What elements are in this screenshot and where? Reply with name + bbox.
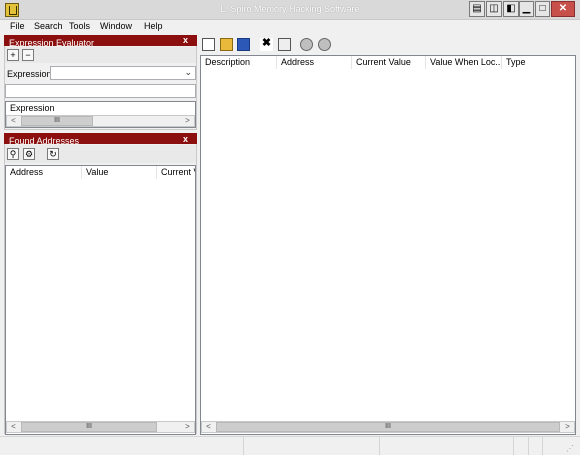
- gear-icon[interactable]: [300, 38, 313, 51]
- save-disk-icon[interactable]: [237, 38, 250, 51]
- scroll-thumb[interactable]: III: [21, 116, 93, 126]
- scroll-right-icon[interactable]: >: [181, 422, 194, 432]
- status-divider: [243, 436, 244, 455]
- menu-window[interactable]: Window: [99, 21, 133, 31]
- menu-file[interactable]: File: [9, 21, 26, 31]
- expression-label: Expression:: [7, 69, 55, 79]
- delete-icon[interactable]: ✖: [260, 38, 273, 51]
- column-type[interactable]: Type: [502, 56, 575, 69]
- refresh-icon[interactable]: ↻: [47, 148, 59, 160]
- search-options-icon[interactable]: ⚙: [23, 148, 35, 160]
- expression-evaluator-close-icon[interactable]: x: [183, 36, 188, 45]
- open-folder-icon[interactable]: [220, 38, 233, 51]
- ribbon-icon-1[interactable]: ▤: [469, 1, 485, 17]
- found-addresses-hscrollbar[interactable]: < III >: [6, 421, 195, 433]
- ribbon-icon-2[interactable]: ◫: [486, 1, 502, 17]
- scroll-right-icon[interactable]: >: [181, 116, 194, 126]
- column-current-value[interactable]: Current V: [157, 166, 195, 179]
- column-value-when-locked[interactable]: Value When Loc...: [426, 56, 502, 69]
- remove-expression-button[interactable]: −: [22, 49, 34, 61]
- status-bar: [0, 436, 580, 455]
- column-address[interactable]: Address: [277, 56, 352, 69]
- maximize-button[interactable]: □: [535, 1, 550, 17]
- found-addresses-title: Found Addresses: [4, 133, 197, 144]
- ribbon-icon-3[interactable]: ◧: [503, 1, 519, 17]
- scroll-left-icon[interactable]: <: [7, 116, 20, 126]
- expression-evaluator-title: Expression Evaluator: [4, 35, 197, 46]
- search-icon[interactable]: ⚲: [7, 148, 19, 160]
- expression-combo[interactable]: ⌄: [50, 66, 196, 80]
- menu-search[interactable]: Search: [33, 21, 64, 31]
- column-description[interactable]: Description: [201, 56, 277, 69]
- expression-result-field[interactable]: [5, 84, 196, 98]
- add-expression-button[interactable]: +: [7, 49, 19, 61]
- close-button[interactable]: ✕: [551, 1, 575, 17]
- status-divider: [513, 436, 514, 455]
- column-value[interactable]: Value: [82, 166, 157, 179]
- scroll-left-icon[interactable]: <: [202, 422, 215, 432]
- scroll-thumb[interactable]: III: [216, 422, 560, 432]
- main-list-hscrollbar[interactable]: < III >: [201, 421, 575, 433]
- minimize-button[interactable]: ▁: [519, 1, 534, 17]
- chevron-down-icon[interactable]: ⌄: [184, 67, 192, 78]
- gear-arrow-icon[interactable]: [318, 38, 331, 51]
- status-divider: [542, 436, 543, 455]
- new-document-icon[interactable]: [202, 38, 215, 51]
- found-addresses-list[interactable]: Address Value Current V < III >: [5, 165, 196, 435]
- expression-hscrollbar[interactable]: < III >: [6, 115, 195, 127]
- menu-help[interactable]: Help: [143, 21, 164, 31]
- main-address-list[interactable]: Description Address Current Value Value …: [200, 55, 576, 435]
- scroll-left-icon[interactable]: <: [7, 422, 20, 432]
- column-current-value[interactable]: Current Value: [352, 56, 426, 69]
- menu-tools[interactable]: Tools: [68, 21, 91, 31]
- expression-list[interactable]: Expression < III >: [5, 101, 196, 128]
- column-address[interactable]: Address: [6, 166, 82, 179]
- expression-column-header[interactable]: Expression: [6, 102, 195, 115]
- found-addresses-close-icon[interactable]: x: [183, 135, 188, 144]
- status-divider: [379, 436, 380, 455]
- resize-grip-icon[interactable]: ⋰: [566, 444, 574, 453]
- status-divider: [528, 436, 529, 455]
- scroll-thumb[interactable]: III: [21, 422, 157, 432]
- properties-icon[interactable]: [278, 38, 291, 51]
- scroll-right-icon[interactable]: >: [561, 422, 574, 432]
